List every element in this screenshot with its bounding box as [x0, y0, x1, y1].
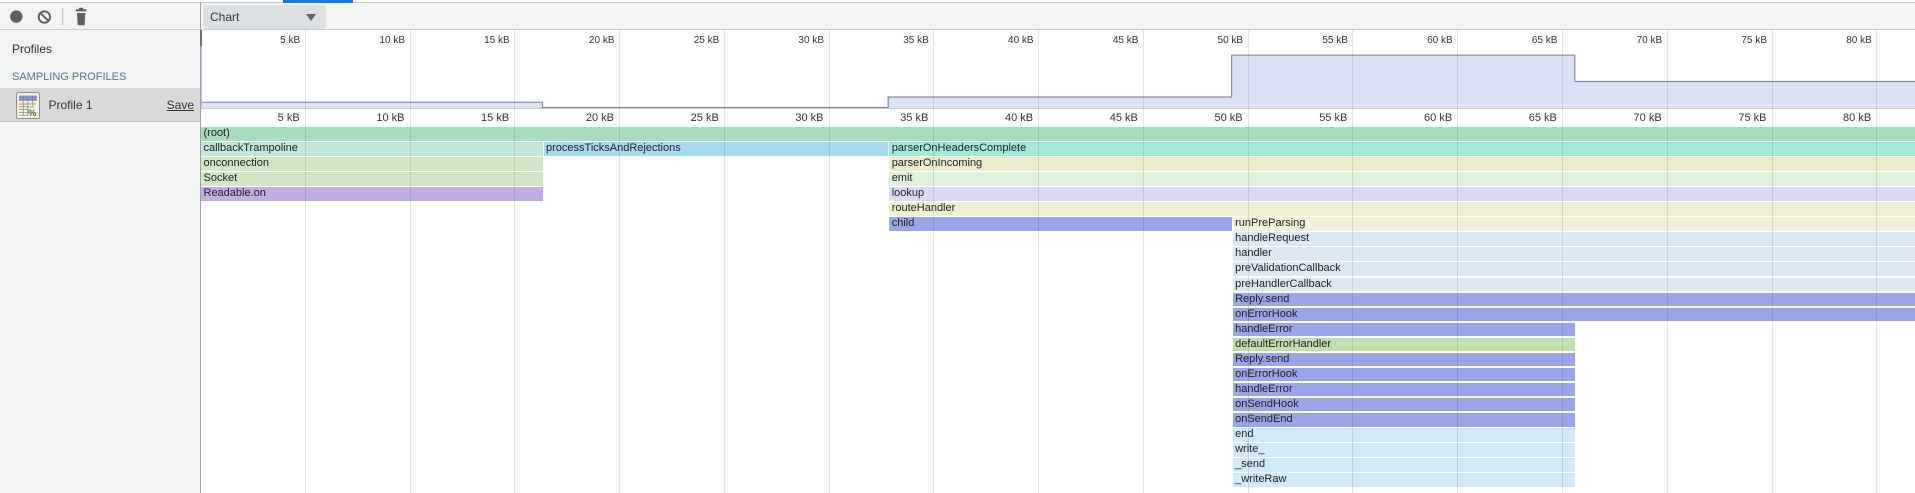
- svg-text:%: %: [28, 108, 37, 119]
